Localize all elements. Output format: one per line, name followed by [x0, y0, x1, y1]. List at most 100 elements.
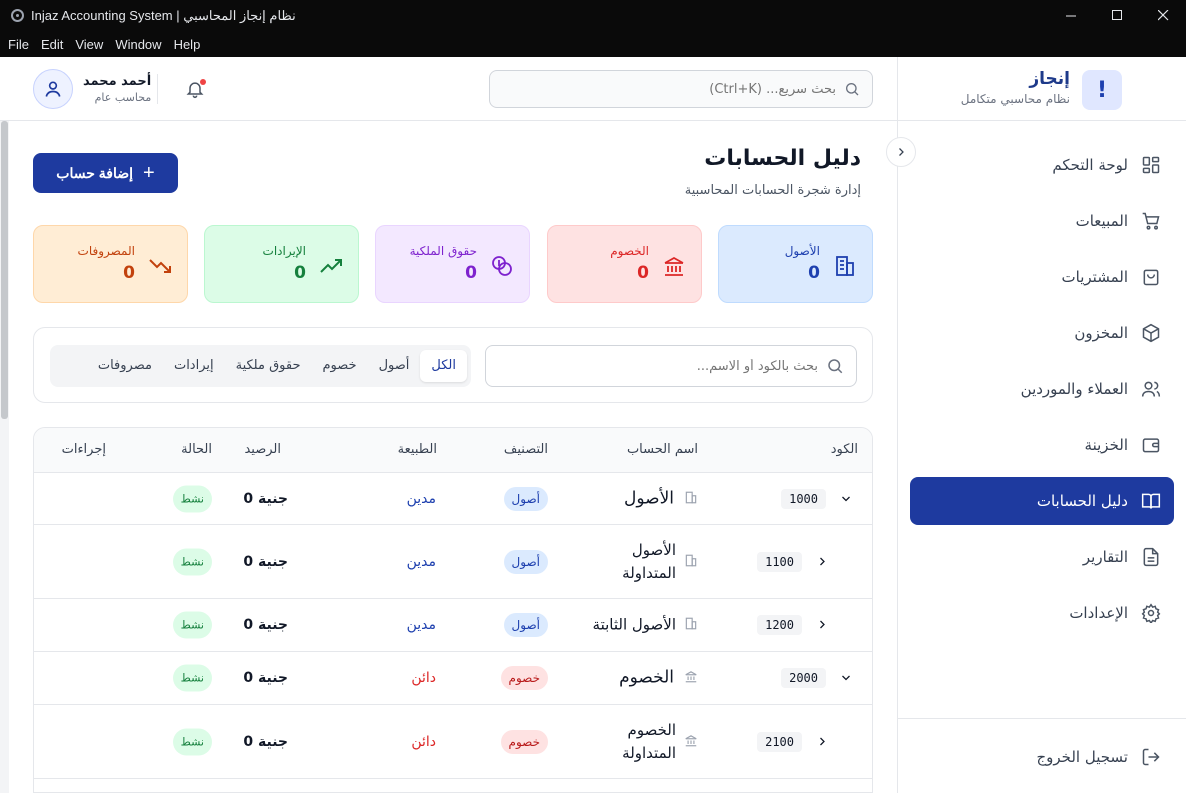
table-row[interactable]: 1100 الأصول المتداولة أصول مدين 0 جنية ن… [34, 525, 872, 599]
bag-icon [1140, 266, 1162, 288]
user-profile[interactable]: أحمد محمد محاسب عام [33, 69, 159, 109]
menu-edit[interactable]: Edit [37, 37, 67, 52]
tab-assets[interactable]: أصول [368, 350, 421, 382]
sidebar: ! إنجاز نظام محاسبي متكامل لوحة التحكم ا… [886, 57, 1186, 793]
account-nature: مدين [406, 553, 436, 570]
tab-all[interactable]: الكل [420, 350, 467, 382]
account-name-line: الخصوم [627, 720, 676, 739]
sidebar-item-label: الخزينة [1084, 436, 1128, 454]
chevron-right-icon [820, 737, 825, 745]
logout-button[interactable]: تسجيل الخروج [910, 733, 1174, 781]
book-icon [1140, 490, 1162, 512]
header-balance: الرصيد [244, 442, 281, 457]
scrollbar[interactable] [0, 121, 9, 793]
account-name: الأصول المتداولة [622, 539, 676, 585]
global-search[interactable] [489, 70, 873, 108]
avatar[interactable] [33, 69, 73, 109]
chevron-right-icon [899, 148, 904, 156]
sidebar-item-treasury[interactable]: الخزينة [910, 421, 1174, 469]
tab-revenues[interactable]: إيرادات [163, 350, 225, 382]
logout-label: تسجيل الخروج [1036, 748, 1128, 766]
menu-view[interactable]: View [71, 37, 107, 52]
maximize-button[interactable] [1094, 0, 1140, 31]
expand-toggle[interactable] [816, 552, 828, 571]
stat-value: 0 [123, 263, 135, 283]
account-code: 1100 [757, 551, 802, 572]
header-status: الحالة [181, 442, 212, 457]
tab-liabilities[interactable]: خصوم [312, 350, 368, 382]
menu-file[interactable]: File [4, 37, 33, 52]
stat-label: الإيرادات [262, 244, 306, 258]
coins-icon [489, 253, 515, 279]
header-category: التصنيف [503, 442, 548, 457]
account-balance: 0 جنية [243, 670, 288, 686]
header-code: الكود [830, 442, 858, 457]
status-badge: نشط [172, 664, 212, 692]
table-row[interactable]: 2000 الخصوم خصوم دائن 0 جنية نشط [34, 652, 872, 705]
header-name: اسم الحساب [626, 442, 698, 457]
building-icon [684, 489, 698, 508]
tab-equity[interactable]: حقوق ملكية [225, 350, 312, 382]
table-row[interactable]: 2100 الخصوم المتداولة خصوم دائن 0 جنية ن… [34, 705, 872, 779]
account-code: 1200 [757, 615, 802, 635]
expand-toggle[interactable] [816, 616, 828, 635]
dashboard-icon [1140, 154, 1162, 176]
trending-down-icon [147, 253, 173, 279]
expand-toggle[interactable] [840, 669, 852, 688]
account-balance: 0 جنية [243, 617, 288, 633]
chevron-down-icon [842, 675, 850, 681]
menu-window[interactable]: Window [111, 37, 165, 52]
sidebar-item-purchases[interactable]: المشتريات [910, 253, 1174, 301]
title-bar: Injaz Accounting System | نظام إنجاز الم… [0, 0, 1186, 31]
category-badge: خصوم [500, 729, 548, 754]
sidebar-item-sales[interactable]: المبيعات [910, 197, 1174, 245]
notifications-button[interactable] [185, 79, 207, 101]
add-account-button[interactable]: + إضافة حساب [33, 153, 178, 193]
chevron-down-icon [842, 496, 850, 501]
header-actions: إجراءات [61, 442, 106, 457]
sidebar-item-customers-suppliers[interactable]: العملاء والموردين [910, 365, 1174, 413]
sidebar-item-label: المخزون [1074, 324, 1128, 342]
table-row[interactable]: 1200 الأصول الثابتة أصول مدين 0 جنية نشط [34, 599, 872, 652]
user-info: أحمد محمد محاسب عام [83, 74, 159, 104]
account-code: 2000 [781, 668, 826, 688]
sidebar-item-reports[interactable]: التقارير [910, 533, 1174, 581]
brand: إنجاز نظام محاسبي متكامل [961, 69, 1070, 106]
tab-expenses[interactable]: مصروفات [87, 350, 163, 382]
user-name: أحمد محمد [83, 74, 152, 89]
sidebar-item-dashboard[interactable]: لوحة التحكم [910, 141, 1174, 189]
bank-icon [661, 253, 687, 279]
sidebar-item-chart-of-accounts[interactable]: دليل الحسابات [910, 477, 1174, 525]
category-badge: أصول [503, 613, 548, 637]
expand-toggle[interactable] [840, 489, 852, 508]
brand-logo: ! [1082, 70, 1122, 110]
divider [898, 718, 1186, 719]
minimize-button[interactable] [1048, 0, 1094, 31]
close-button[interactable] [1140, 0, 1186, 31]
scrollbar-thumb[interactable] [1, 121, 8, 419]
sidebar-item-settings[interactable]: الإعدادات [910, 589, 1174, 637]
stat-label: المصروفات [77, 244, 135, 258]
global-search-input[interactable] [506, 81, 836, 97]
account-nature: دائن [411, 733, 436, 750]
stat-card-expenses: المصروفات 0 [33, 225, 188, 303]
account-search-input[interactable] [508, 358, 818, 374]
bank-icon [684, 732, 698, 751]
account-nature: مدين [406, 490, 436, 507]
sidebar-item-inventory[interactable]: المخزون [910, 309, 1174, 357]
account-name: الأصول [624, 488, 674, 508]
sidebar-item-label: العملاء والموردين [1020, 380, 1128, 398]
expand-toggle[interactable] [816, 732, 828, 751]
stat-label: الخصوم [610, 244, 649, 258]
account-code: 2100 [757, 731, 802, 752]
category-badge: خصوم [500, 666, 548, 690]
table-row[interactable]: 1000 الأصول أصول مدين 0 جنية نشط [34, 473, 872, 525]
account-search[interactable] [485, 345, 857, 387]
status-badge: نشط [172, 485, 212, 512]
brand-subtitle: نظام محاسبي متكامل [960, 92, 1070, 106]
box-icon [1140, 322, 1162, 344]
status-badge: نشط [172, 548, 212, 575]
top-header: أحمد محمد محاسب عام [0, 57, 897, 121]
search-icon [828, 359, 843, 374]
menu-help[interactable]: Help [170, 37, 205, 52]
